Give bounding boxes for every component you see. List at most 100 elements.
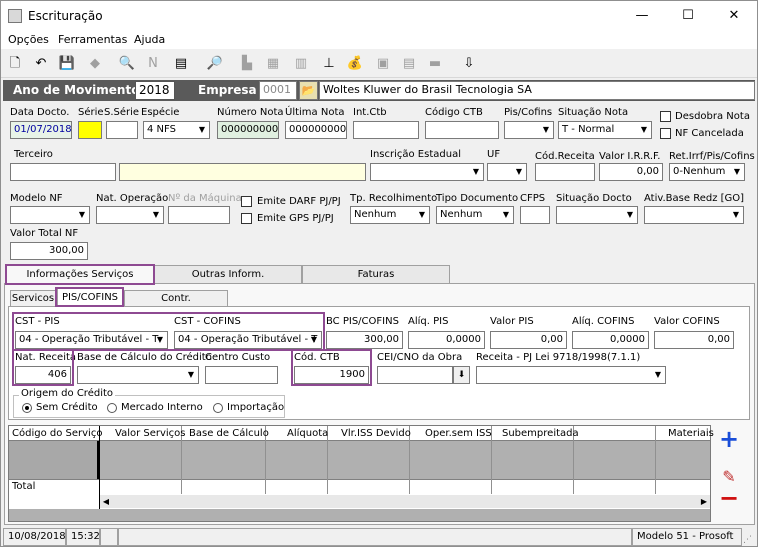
erase-icon[interactable]: ◆ bbox=[85, 55, 105, 73]
tipo-documento-select[interactable]: Nenhum ▼ bbox=[436, 206, 514, 224]
nat-receita-label: Nat. Receita bbox=[15, 352, 77, 363]
col-materiais[interactable]: Materiais bbox=[668, 428, 714, 439]
document-icon[interactable]: ▤ bbox=[171, 55, 191, 73]
centro-custo-field[interactable] bbox=[205, 366, 278, 384]
menu-ferramentas[interactable]: Ferramentas bbox=[58, 33, 127, 46]
pis-cofins-select[interactable]: ▼ bbox=[504, 121, 554, 139]
valor-total-field[interactable]: 300,00 bbox=[10, 242, 88, 260]
exit-icon[interactable]: ⇩ bbox=[459, 55, 479, 73]
col-valor-servicos[interactable]: Valor Serviços bbox=[115, 428, 186, 439]
calendar-icon[interactable]: ▤ bbox=[399, 55, 419, 73]
grid-selected-cell[interactable] bbox=[9, 441, 99, 479]
bc-pis-cofins-field[interactable]: 300,00 bbox=[326, 331, 403, 349]
scroll-right-icon[interactable]: ▶ bbox=[698, 495, 710, 508]
cod-receita-field[interactable] bbox=[535, 163, 595, 181]
col-subempreitada[interactable]: Subempreitada bbox=[502, 428, 579, 439]
modelo-nf-select[interactable]: ▼ bbox=[10, 206, 90, 224]
lock-icon[interactable]: ▣ bbox=[373, 55, 393, 73]
col-vlr-iss-devido[interactable]: Vlr.ISS Devido bbox=[341, 428, 411, 439]
empresa-code-field[interactable]: 0001 bbox=[259, 81, 297, 100]
col-base-calculo[interactable]: Base de Cálculo bbox=[189, 428, 269, 439]
especie-select[interactable]: 4 NFS ▼ bbox=[143, 121, 210, 139]
nat-operacao-select[interactable]: ▼ bbox=[96, 206, 164, 224]
pis-cofins-label: Pis/Cofins bbox=[504, 107, 553, 118]
receita-pj-select[interactable]: ▼ bbox=[476, 366, 666, 384]
subtab-servicos[interactable]: Servicos bbox=[10, 290, 56, 307]
cei-cno-field[interactable] bbox=[377, 366, 453, 384]
stack-icon[interactable]: ▦ bbox=[263, 55, 283, 73]
terceiro-code-field[interactable] bbox=[10, 163, 116, 181]
menu-ajuda[interactable]: Ajuda bbox=[134, 33, 165, 46]
maquina-field[interactable] bbox=[168, 206, 230, 224]
valor-total-label: Valor Total NF bbox=[10, 228, 79, 239]
emite-gps-checkbox[interactable] bbox=[241, 213, 252, 224]
ano-movimento-field[interactable]: 2018 bbox=[135, 81, 175, 100]
chevron-down-icon: ▼ bbox=[198, 125, 206, 134]
tab-informacoes-servicos[interactable]: Informações Serviços bbox=[6, 265, 154, 284]
cst-pis-select[interactable]: 04 - Operação Tributável - T ▼ bbox=[15, 331, 168, 349]
valor-irrf-field[interactable]: 0,00 bbox=[599, 163, 663, 181]
col-codigo-servico[interactable]: Código do Serviço bbox=[12, 428, 102, 439]
aliq-cofins-field[interactable]: 0,0000 bbox=[572, 331, 649, 349]
folder-icon[interactable]: 📂 bbox=[299, 81, 318, 100]
tp-recolhimento-select[interactable]: Nenhum ▼ bbox=[350, 206, 430, 224]
scroll-left-icon[interactable]: ◀ bbox=[100, 495, 112, 508]
terceiro-label: Terceiro bbox=[14, 149, 53, 160]
radio-mercado-interno[interactable] bbox=[107, 403, 117, 413]
chevron-down-icon: ▼ bbox=[418, 210, 426, 219]
cst-cofins-select[interactable]: 04 - Operação Tributável - T ▼ bbox=[174, 331, 322, 349]
delete-icon[interactable]: − bbox=[717, 486, 741, 510]
ret-irrf-select[interactable]: 0-Nenhum ▼ bbox=[669, 163, 745, 181]
tab-faturas[interactable]: Faturas bbox=[302, 265, 450, 284]
situacao-docto-select[interactable]: ▼ bbox=[556, 206, 638, 224]
nat-receita-field[interactable]: 406 bbox=[15, 366, 71, 384]
close-button[interactable]: ✕ bbox=[711, 5, 757, 27]
stamp-icon[interactable]: ⊥ bbox=[319, 55, 339, 73]
valor-cofins-field[interactable]: 0,00 bbox=[654, 331, 734, 349]
new-icon[interactable]: 🗋 bbox=[5, 55, 25, 73]
nfe-icon[interactable]: N bbox=[143, 55, 163, 73]
int-ctb-field[interactable] bbox=[353, 121, 419, 139]
horizontal-scrollbar[interactable] bbox=[100, 495, 710, 508]
resize-grip-icon[interactable]: ⋰ bbox=[743, 534, 755, 546]
col-aliquota[interactable]: Alíquota bbox=[287, 428, 328, 439]
tab-outras-inform[interactable]: Outras Inform. bbox=[154, 265, 302, 284]
numero-nota-field[interactable]: 0000000004 bbox=[217, 121, 279, 139]
situacao-nota-select[interactable]: T - Normal ▼ bbox=[558, 121, 652, 139]
undo-icon[interactable]: ↶ bbox=[31, 55, 51, 73]
codigo-ctb-field[interactable] bbox=[425, 121, 499, 139]
sserie-field[interactable] bbox=[106, 121, 138, 139]
chevron-down-icon: ▼ bbox=[156, 335, 164, 344]
ativ-base-select[interactable]: ▼ bbox=[644, 206, 744, 224]
add-icon[interactable]: + bbox=[717, 427, 741, 451]
aliq-pis-field[interactable]: 0,0000 bbox=[408, 331, 485, 349]
col-oper-sem-iss[interactable]: Oper.sem ISS bbox=[425, 428, 492, 439]
nf-cancelada-checkbox[interactable] bbox=[660, 128, 671, 139]
subtab-contr-previdenciaria[interactable]: Contr. Previdenciária bbox=[124, 290, 228, 319]
valor-pis-field[interactable]: 0,00 bbox=[490, 331, 567, 349]
download-icon[interactable]: ⬇ bbox=[453, 366, 470, 384]
minus-icon[interactable]: ▬ bbox=[425, 55, 445, 73]
clipboard-icon[interactable]: ▥ bbox=[291, 55, 311, 73]
uf-select[interactable]: ▼ bbox=[487, 163, 527, 181]
save-icon[interactable]: 💾 bbox=[57, 55, 77, 73]
inscricao-select[interactable]: ▼ bbox=[370, 163, 484, 181]
minimize-button[interactable]: — bbox=[619, 5, 665, 27]
subtab-pis-cofins[interactable]: PIS/COFINS bbox=[57, 288, 123, 307]
base-credito-select[interactable]: ▼ bbox=[77, 366, 199, 384]
preview-icon[interactable]: 🔍 bbox=[117, 55, 137, 73]
data-docto-field[interactable]: 01/07/2018 bbox=[10, 121, 72, 139]
radio-sem-credito[interactable] bbox=[22, 403, 32, 413]
serie-field[interactable] bbox=[78, 121, 102, 139]
building-icon[interactable]: ▙ bbox=[237, 55, 257, 73]
search-icon[interactable]: 🔎 bbox=[205, 55, 225, 73]
emite-darf-checkbox[interactable] bbox=[241, 196, 252, 207]
emite-darf-label: Emite DARF PJ/PJ bbox=[257, 196, 341, 207]
cfps-field[interactable] bbox=[520, 206, 550, 224]
money-bag-icon[interactable]: 💰 bbox=[345, 55, 365, 73]
desdobra-nota-checkbox[interactable] bbox=[660, 111, 671, 122]
menu-opcoes[interactable]: Opções bbox=[8, 33, 49, 46]
maximize-button[interactable]: ☐ bbox=[665, 5, 711, 27]
cod-ctb-field[interactable]: 1900 bbox=[294, 366, 369, 384]
radio-importacao[interactable] bbox=[213, 403, 223, 413]
